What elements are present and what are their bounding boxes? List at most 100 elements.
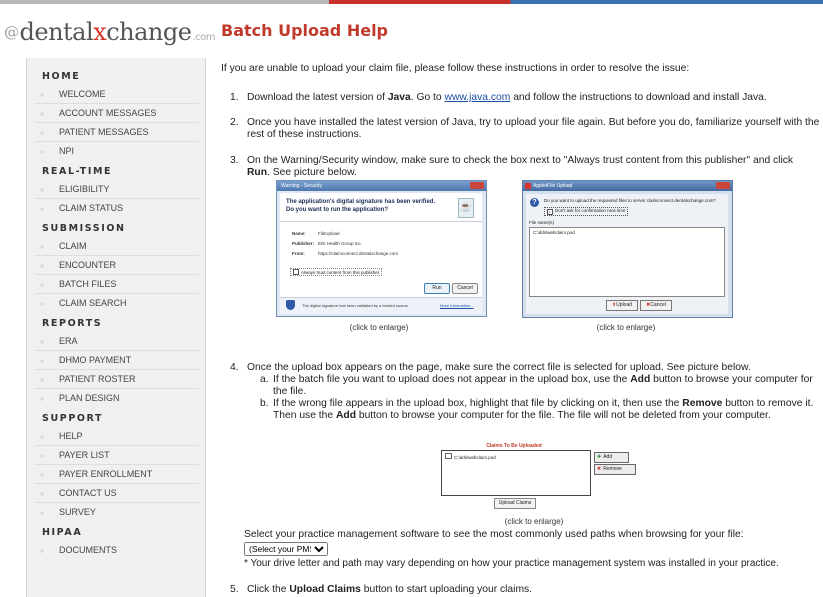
sidebar-item-help[interactable]: » HELP [35,427,199,446]
step4a-line1: If the batch file you want to upload doe… [273,374,813,386]
claims-upload-screenshot[interactable]: Claims To Be Uploaded C:\dds\webclaim.po… [431,443,639,509]
from-value: https://claimconnect.dentalxchange.com [318,251,399,256]
step4b-text2: button to remove it. [722,398,814,409]
applet-cancel-label: Cancel [650,302,666,308]
sidebar-item-label: WELCOME [59,89,106,99]
logo-at: @ [4,23,19,41]
bullet-icon: » [40,111,44,118]
sidebar-item-label: PATIENT MESSAGES [59,127,149,137]
sidebar-item-payer-list[interactable]: » PAYER LIST [35,446,199,465]
sidebar-item-label: PLAN DESIGN [59,393,120,403]
applet-upload-screenshot[interactable]: AppletFile Upload ? Do you want to uploa… [522,180,733,318]
sidebar-item-label: DHMO PAYMENT [59,355,132,365]
upload-button[interactable]: ⬆Upload [606,300,638,311]
bullet-icon: » [40,472,44,479]
sidebar-item-npi[interactable]: » NPI [35,142,199,160]
sidebar-item-batch-files[interactable]: » BATCH FILES [35,275,199,294]
security-heading2: Do you want to run the application? [286,207,388,213]
sidebar-item-label: PAYER LIST [59,450,110,460]
sidebar-item-payer-enrollment[interactable]: » PAYER ENROLLMENT [35,465,199,484]
bullet-icon: » [40,244,44,251]
remove-icon: ✖ [597,466,602,472]
run-button[interactable]: Run [424,283,450,294]
top-color-bar [0,0,823,4]
java-icon: ☕ [458,198,474,218]
file-icon [445,453,452,459]
sidebar-item-claim[interactable]: » CLAIM [35,237,199,256]
security-titlebar: Warning - Security [277,181,486,191]
step2-line1: Once you have installed the latest versi… [247,117,820,128]
dont-ask-checkbox[interactable]: ✓ Don't ask for confirmation next time [544,207,629,216]
step4a-text2: button to browse your computer for [650,374,813,385]
sidebar-item-claim-search[interactable]: » CLAIM SEARCH [35,294,199,312]
sidebar-item-claim-status[interactable]: » CLAIM STATUS [35,199,199,217]
claims-file-box[interactable]: C:\dds\webclaim.pod [441,450,591,496]
security-warning-screenshot[interactable]: Warning - Security The application's dig… [276,180,487,317]
name-label: Name: [292,231,306,236]
caption-claims[interactable]: (click to enlarge) [479,517,589,526]
sidebar-item-plan-design[interactable]: » PLAN DESIGN [35,389,199,407]
file-list-item[interactable]: C:\dds\webclaim.pod [530,228,724,237]
always-trust-label: Always trust content from this publisher [301,270,380,275]
more-information-link[interactable]: More Information... [440,303,474,308]
java-link[interactable]: www.java.com [445,92,511,103]
sidebar-section-submission: SUBMISSION [42,223,126,234]
step4a-text1: If the batch file you want to upload doe… [273,374,631,385]
step4a-label: a. [260,374,269,385]
dentalxchange-logo[interactable]: @dentalxchange.com [4,18,215,46]
sidebar-item-label: CLAIM STATUS [59,203,124,213]
file-list[interactable]: C:\dds\webclaim.pod [529,227,725,297]
sidebar-item-label: ENCOUNTER [59,260,117,270]
security-heading: The application's digital signature has … [286,198,435,214]
sidebar-item-contact-us[interactable]: » CONTACT US [35,484,199,503]
step4b-label: b. [260,398,269,409]
step3-line2: Run. See picture below. [247,167,357,179]
sidebar-item-patient-roster[interactable]: » PATIENT ROSTER [35,370,199,389]
sidebar-item-account-messages[interactable]: » ACCOUNT MESSAGES [35,104,199,123]
bullet-icon: » [40,187,44,194]
sidebar-item-patient-messages[interactable]: » PATIENT MESSAGES [35,123,199,142]
sidebar-group: » WELCOME » ACCOUNT MESSAGES » PATIENT MESSAG… [27,85,205,160]
add-button[interactable]: ✚ Add [594,452,629,463]
step4a-add: Add [630,374,651,385]
sidebar-item-label: CLAIM SEARCH [59,298,127,308]
publisher-label: Publisher: [292,241,315,246]
step4-number: 4. [230,362,239,373]
java-small-icon [525,183,531,189]
always-trust-checkbox[interactable]: Always trust content from this publisher [290,268,383,276]
caption-security[interactable]: (click to enlarge) [324,323,434,332]
pms-select[interactable]: (Select your PMS) [244,542,328,556]
claims-box-title: Claims To Be Uploaded [486,443,542,449]
sidebar-item-welcome[interactable]: » WELCOME [35,85,199,104]
sidebar-item-dhmo-payment[interactable]: » DHMO PAYMENT [35,351,199,370]
applet-cancel-button[interactable]: ✖Cancel [640,300,672,311]
sidebar-group: » ERA » DHMO PAYMENT » PATIENT ROSTER » PLAN DE… [27,332,205,407]
caption-applet[interactable]: (click to enlarge) [571,323,681,332]
claims-file-item[interactable]: C:\dds\webclaim.pod [442,451,590,462]
sidebar-item-era[interactable]: » ERA [35,332,199,351]
security-details: Name: FileUpload Publisher: EDI Health Gro… [292,229,398,259]
sidebar-item-documents[interactable]: » DOCUMENTS [35,541,199,559]
upload-button-label: Upload [616,302,633,308]
bullet-icon: » [40,377,44,384]
file-names-label: File name(s) [529,220,555,225]
sidebar-item-survey[interactable]: » SURVEY [35,503,199,521]
bullet-icon: » [40,263,44,270]
sidebar-group: » HELP » PAYER LIST » PAYER ENROLLMENT » CONTAC… [27,427,205,521]
step1-number: 1. [230,92,239,103]
sidebar-item-label: CLAIM [59,241,87,251]
bullet-icon: » [40,358,44,365]
sidebar-item-encounter[interactable]: » ENCOUNTER [35,256,199,275]
step5-a: Click the [247,584,290,595]
cancel-button[interactable]: Cancel [452,283,478,294]
step1-c: . Go to [410,92,445,103]
upload-claims-button-image[interactable]: Upload Claims [494,498,536,509]
bullet-icon: » [40,510,44,517]
from-label: From: [292,251,305,256]
remove-button[interactable]: ✖ Remove [594,464,636,475]
step2-number: 2. [230,117,239,128]
bullet-icon: » [40,92,44,99]
sidebar-item-label: HELP [59,431,83,441]
signature-note: The digital signature has been validated… [302,303,409,308]
sidebar-item-eligibility[interactable]: » ELIGIBILITY [35,180,199,199]
